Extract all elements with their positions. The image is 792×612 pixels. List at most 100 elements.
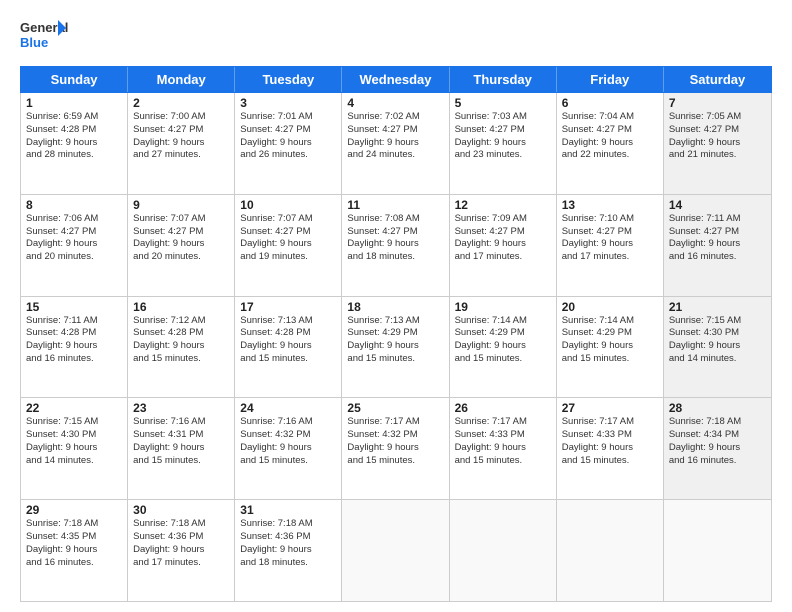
- cell-line-0: Sunrise: 7:10 AM: [562, 213, 658, 226]
- cell-line-3: and 17 minutes.: [562, 251, 658, 264]
- cell-line-1: Sunset: 4:27 PM: [455, 226, 551, 239]
- cell-line-2: Daylight: 9 hours: [347, 442, 443, 455]
- cell-line-1: Sunset: 4:30 PM: [26, 429, 122, 442]
- calendar-cell-2: 2Sunrise: 7:00 AMSunset: 4:27 PMDaylight…: [128, 93, 235, 194]
- calendar-week-5: 29Sunrise: 7:18 AMSunset: 4:35 PMDayligh…: [21, 500, 771, 601]
- cell-line-1: Sunset: 4:27 PM: [240, 226, 336, 239]
- day-number: 13: [562, 198, 658, 212]
- calendar-cell-22: 22Sunrise: 7:15 AMSunset: 4:30 PMDayligh…: [21, 398, 128, 499]
- cell-line-1: Sunset: 4:27 PM: [240, 124, 336, 137]
- cell-line-0: Sunrise: 7:17 AM: [562, 416, 658, 429]
- cell-line-1: Sunset: 4:28 PM: [26, 124, 122, 137]
- cell-line-3: and 24 minutes.: [347, 149, 443, 162]
- cell-line-0: Sunrise: 7:18 AM: [240, 518, 336, 531]
- day-number: 26: [455, 401, 551, 415]
- calendar-cell-14: 14Sunrise: 7:11 AMSunset: 4:27 PMDayligh…: [664, 195, 771, 296]
- calendar-cell-29: 29Sunrise: 7:18 AMSunset: 4:35 PMDayligh…: [21, 500, 128, 601]
- calendar-week-4: 22Sunrise: 7:15 AMSunset: 4:30 PMDayligh…: [21, 398, 771, 500]
- cell-line-2: Daylight: 9 hours: [455, 137, 551, 150]
- cell-line-2: Daylight: 9 hours: [240, 340, 336, 353]
- cell-line-2: Daylight: 9 hours: [347, 238, 443, 251]
- calendar-cell-28: 28Sunrise: 7:18 AMSunset: 4:34 PMDayligh…: [664, 398, 771, 499]
- calendar-cell-8: 8Sunrise: 7:06 AMSunset: 4:27 PMDaylight…: [21, 195, 128, 296]
- cell-line-0: Sunrise: 7:02 AM: [347, 111, 443, 124]
- page: GeneralBlue SundayMondayTuesdayWednesday…: [0, 0, 792, 612]
- cell-line-1: Sunset: 4:28 PM: [26, 327, 122, 340]
- cell-line-3: and 27 minutes.: [133, 149, 229, 162]
- calendar-cell-7: 7Sunrise: 7:05 AMSunset: 4:27 PMDaylight…: [664, 93, 771, 194]
- cell-line-0: Sunrise: 7:18 AM: [669, 416, 766, 429]
- cell-line-0: Sunrise: 7:17 AM: [455, 416, 551, 429]
- cell-line-2: Daylight: 9 hours: [133, 238, 229, 251]
- day-number: 31: [240, 503, 336, 517]
- cell-line-3: and 16 minutes.: [669, 455, 766, 468]
- cell-line-0: Sunrise: 7:06 AM: [26, 213, 122, 226]
- cell-line-0: Sunrise: 7:04 AM: [562, 111, 658, 124]
- cell-line-1: Sunset: 4:27 PM: [26, 226, 122, 239]
- day-number: 2: [133, 96, 229, 110]
- calendar-cell-12: 12Sunrise: 7:09 AMSunset: 4:27 PMDayligh…: [450, 195, 557, 296]
- cell-line-0: Sunrise: 7:12 AM: [133, 315, 229, 328]
- day-number: 17: [240, 300, 336, 314]
- cell-line-1: Sunset: 4:29 PM: [347, 327, 443, 340]
- day-number: 15: [26, 300, 122, 314]
- calendar-cell-18: 18Sunrise: 7:13 AMSunset: 4:29 PMDayligh…: [342, 297, 449, 398]
- day-number: 8: [26, 198, 122, 212]
- calendar-cell-empty-4: [450, 500, 557, 601]
- cell-line-1: Sunset: 4:27 PM: [347, 226, 443, 239]
- cell-line-2: Daylight: 9 hours: [26, 340, 122, 353]
- day-number: 30: [133, 503, 229, 517]
- calendar-cell-25: 25Sunrise: 7:17 AMSunset: 4:32 PMDayligh…: [342, 398, 449, 499]
- calendar-body: 1Sunrise: 6:59 AMSunset: 4:28 PMDaylight…: [20, 93, 772, 602]
- header-day-wednesday: Wednesday: [342, 67, 449, 92]
- cell-line-1: Sunset: 4:27 PM: [562, 124, 658, 137]
- calendar-header: SundayMondayTuesdayWednesdayThursdayFrid…: [20, 66, 772, 93]
- calendar: SundayMondayTuesdayWednesdayThursdayFrid…: [20, 66, 772, 602]
- day-number: 22: [26, 401, 122, 415]
- day-number: 20: [562, 300, 658, 314]
- cell-line-0: Sunrise: 7:17 AM: [347, 416, 443, 429]
- calendar-cell-30: 30Sunrise: 7:18 AMSunset: 4:36 PMDayligh…: [128, 500, 235, 601]
- cell-line-2: Daylight: 9 hours: [26, 442, 122, 455]
- calendar-cell-empty-6: [664, 500, 771, 601]
- cell-line-2: Daylight: 9 hours: [240, 137, 336, 150]
- cell-line-2: Daylight: 9 hours: [455, 442, 551, 455]
- cell-line-2: Daylight: 9 hours: [26, 137, 122, 150]
- cell-line-3: and 23 minutes.: [455, 149, 551, 162]
- calendar-cell-20: 20Sunrise: 7:14 AMSunset: 4:29 PMDayligh…: [557, 297, 664, 398]
- cell-line-2: Daylight: 9 hours: [240, 238, 336, 251]
- cell-line-2: Daylight: 9 hours: [562, 442, 658, 455]
- header-day-tuesday: Tuesday: [235, 67, 342, 92]
- cell-line-3: and 14 minutes.: [669, 353, 766, 366]
- calendar-cell-31: 31Sunrise: 7:18 AMSunset: 4:36 PMDayligh…: [235, 500, 342, 601]
- cell-line-1: Sunset: 4:27 PM: [455, 124, 551, 137]
- day-number: 14: [669, 198, 766, 212]
- calendar-cell-17: 17Sunrise: 7:13 AMSunset: 4:28 PMDayligh…: [235, 297, 342, 398]
- cell-line-1: Sunset: 4:31 PM: [133, 429, 229, 442]
- cell-line-1: Sunset: 4:35 PM: [26, 531, 122, 544]
- cell-line-0: Sunrise: 7:05 AM: [669, 111, 766, 124]
- cell-line-3: and 15 minutes.: [562, 455, 658, 468]
- cell-line-3: and 15 minutes.: [240, 455, 336, 468]
- calendar-cell-13: 13Sunrise: 7:10 AMSunset: 4:27 PMDayligh…: [557, 195, 664, 296]
- calendar-cell-empty-3: [342, 500, 449, 601]
- calendar-cell-27: 27Sunrise: 7:17 AMSunset: 4:33 PMDayligh…: [557, 398, 664, 499]
- calendar-cell-23: 23Sunrise: 7:16 AMSunset: 4:31 PMDayligh…: [128, 398, 235, 499]
- cell-line-3: and 15 minutes.: [347, 353, 443, 366]
- cell-line-3: and 17 minutes.: [133, 557, 229, 570]
- cell-line-1: Sunset: 4:34 PM: [669, 429, 766, 442]
- cell-line-3: and 18 minutes.: [347, 251, 443, 264]
- calendar-cell-21: 21Sunrise: 7:15 AMSunset: 4:30 PMDayligh…: [664, 297, 771, 398]
- calendar-cell-10: 10Sunrise: 7:07 AMSunset: 4:27 PMDayligh…: [235, 195, 342, 296]
- cell-line-1: Sunset: 4:33 PM: [562, 429, 658, 442]
- cell-line-2: Daylight: 9 hours: [240, 544, 336, 557]
- cell-line-2: Daylight: 9 hours: [347, 137, 443, 150]
- cell-line-2: Daylight: 9 hours: [26, 238, 122, 251]
- day-number: 12: [455, 198, 551, 212]
- calendar-week-3: 15Sunrise: 7:11 AMSunset: 4:28 PMDayligh…: [21, 297, 771, 399]
- day-number: 21: [669, 300, 766, 314]
- calendar-cell-3: 3Sunrise: 7:01 AMSunset: 4:27 PMDaylight…: [235, 93, 342, 194]
- cell-line-0: Sunrise: 7:18 AM: [133, 518, 229, 531]
- cell-line-3: and 15 minutes.: [455, 353, 551, 366]
- calendar-cell-26: 26Sunrise: 7:17 AMSunset: 4:33 PMDayligh…: [450, 398, 557, 499]
